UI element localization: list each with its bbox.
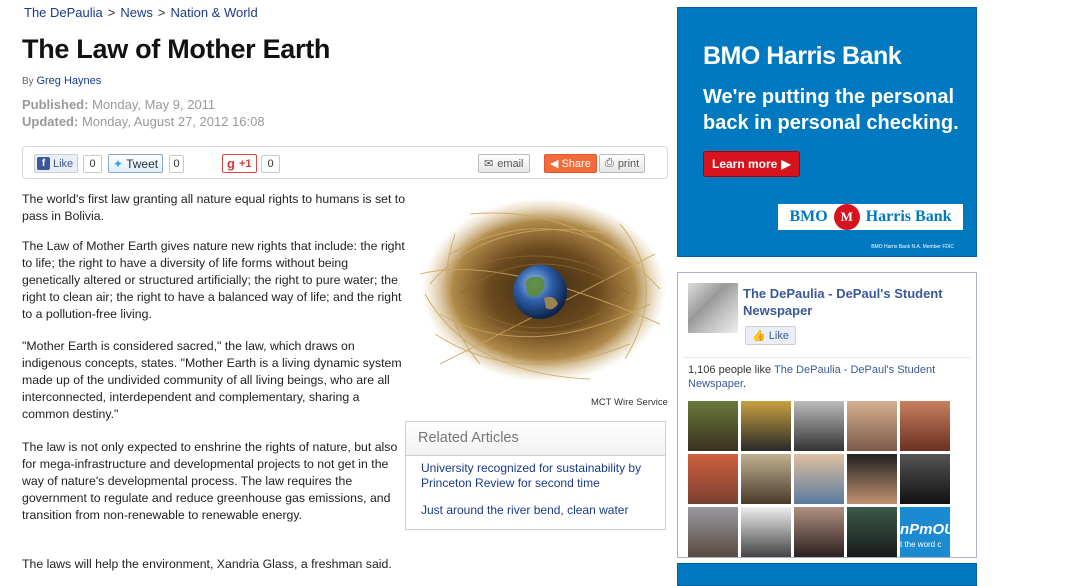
like-count-label: 1,106 people like: [688, 364, 772, 376]
google-plus-label: +1: [238, 157, 252, 170]
avatar[interactable]: [688, 507, 738, 557]
avatar[interactable]: [847, 507, 897, 557]
avatar[interactable]: nPmOU t the word c: [900, 507, 950, 557]
updated-label: Updated:: [22, 114, 79, 129]
email-label: email: [497, 157, 524, 170]
printer-icon: ⎙: [605, 157, 614, 169]
photo-caption: MCT Wire Service: [591, 397, 668, 408]
page-title: The Law of Mother Earth: [22, 34, 331, 64]
avatar[interactable]: [688, 401, 738, 451]
article-paragraph: "Mother Earth is considered sacred," the…: [22, 339, 402, 421]
avatar[interactable]: [688, 454, 738, 504]
tweet-button[interactable]: ✦ Tweet: [108, 154, 164, 173]
face-tile-text: nPmOU: [900, 521, 950, 538]
google-plus-icon: g: [227, 156, 235, 171]
by-label: By: [22, 76, 34, 87]
avatar[interactable]: [847, 454, 897, 504]
breadcrumb-item-nation-world[interactable]: Nation & World: [170, 5, 257, 20]
google-plus-button[interactable]: g +1: [222, 154, 257, 173]
author-link[interactable]: Greg Haynes: [36, 75, 101, 87]
face-tile-subtext: t the word c: [900, 540, 942, 549]
page-thumbnail[interactable]: [688, 283, 738, 333]
google-plus-count: 0: [261, 155, 280, 173]
learn-more-label: Learn more: [712, 157, 778, 171]
related-article-link[interactable]: University recognized for sustainability…: [406, 461, 665, 491]
bmo-roundel-icon: M: [833, 204, 860, 230]
article-paragraph: The law is not only expected to enshrine…: [22, 440, 398, 522]
email-button[interactable]: ✉ email: [478, 154, 530, 173]
published-label: Published:: [22, 97, 89, 112]
logo-right-text: Harris Bank: [865, 208, 952, 225]
related-articles-box: Related Articles University recognized f…: [405, 421, 666, 530]
article-photo[interactable]: [410, 194, 666, 394]
facebook-like-box: The DePaulia - DePaul's Student Newspape…: [677, 272, 977, 558]
learn-more-button[interactable]: Learn more ▶: [703, 151, 800, 177]
bmo-harris-ad[interactable]: BMO Harris Bank We're putting the person…: [677, 7, 977, 257]
article-paragraph: The Law of Mother Earth gives nature new…: [22, 239, 405, 321]
share-button[interactable]: ◀ Share: [544, 154, 597, 173]
ad-banner-partial[interactable]: [677, 563, 977, 586]
facebook-page-like-label: Like: [768, 330, 789, 342]
article-paragraph: The world's first law granting all natur…: [22, 192, 406, 223]
related-article-link[interactable]: Just around the river bend, clean water: [406, 503, 665, 518]
share-label: Share: [561, 157, 591, 170]
bmo-logo: BMO M Harris Bank: [778, 204, 963, 230]
breadcrumb-separator: >: [107, 5, 116, 20]
article-paragraph: The laws will help the environment, Xand…: [22, 557, 392, 571]
tweet-label: Tweet: [126, 156, 159, 171]
facebook-like-count-text: 1,106 people like The DePaulia - DePaul'…: [688, 364, 936, 390]
arrow-right-icon: ▶: [781, 157, 791, 171]
facebook-like-label: Like: [53, 157, 74, 170]
avatar[interactable]: [741, 454, 791, 504]
divider: [684, 357, 970, 358]
avatar[interactable]: [794, 401, 844, 451]
breadcrumb-separator: >: [157, 5, 166, 20]
print-label: print: [617, 157, 640, 170]
breadcrumb-item-news[interactable]: News: [120, 5, 153, 20]
ad-fine-print: BMO Harris Bank N.A. Member FDIC: [871, 244, 954, 250]
avatar[interactable]: [900, 401, 950, 451]
related-articles-header: Related Articles: [406, 422, 665, 456]
twitter-bird-icon: ✦: [113, 156, 124, 171]
envelope-icon: ✉: [484, 158, 494, 170]
facebook-icon: f: [37, 157, 50, 170]
breadcrumb: The DePaulia > News > Nation & World: [24, 5, 258, 20]
print-button[interactable]: ⎙ print: [599, 154, 646, 173]
share-bar: f Like 0 ✦ Tweet 0 g +1 0 ✉ email ◀ Shar…: [22, 146, 668, 179]
published-date: Monday, May 9, 2011: [92, 97, 216, 112]
ad-tagline: We're putting the personal back in perso…: [703, 86, 959, 134]
updated-date: Monday, August 27, 2012 16:08: [81, 114, 265, 129]
avatar[interactable]: [741, 507, 791, 557]
facebook-page-name[interactable]: The DePaulia - DePaul's Student Newspape…: [743, 285, 968, 319]
avatar[interactable]: [741, 401, 791, 451]
facebook-page-like-button[interactable]: 👍 Like: [745, 326, 796, 345]
avatar[interactable]: [794, 507, 844, 557]
byline: By Greg Haynes: [22, 75, 101, 87]
article-dates: Published: Monday, May 9, 2011 Updated: …: [22, 96, 265, 130]
logo-left-text: BMO: [789, 208, 828, 225]
breadcrumb-item-home[interactable]: The DePaulia: [24, 5, 103, 20]
facebook-like-button[interactable]: f Like: [34, 154, 79, 173]
avatar[interactable]: [794, 454, 844, 504]
share-icon: ◀: [550, 158, 559, 170]
ad-bank-name: BMO Harris Bank: [703, 42, 902, 70]
avatar[interactable]: [847, 401, 897, 451]
avatar[interactable]: [900, 454, 950, 504]
thumbs-up-icon: 👍: [752, 330, 766, 342]
facebook-like-count: 0: [83, 155, 102, 173]
tweet-count: 0: [169, 155, 184, 173]
